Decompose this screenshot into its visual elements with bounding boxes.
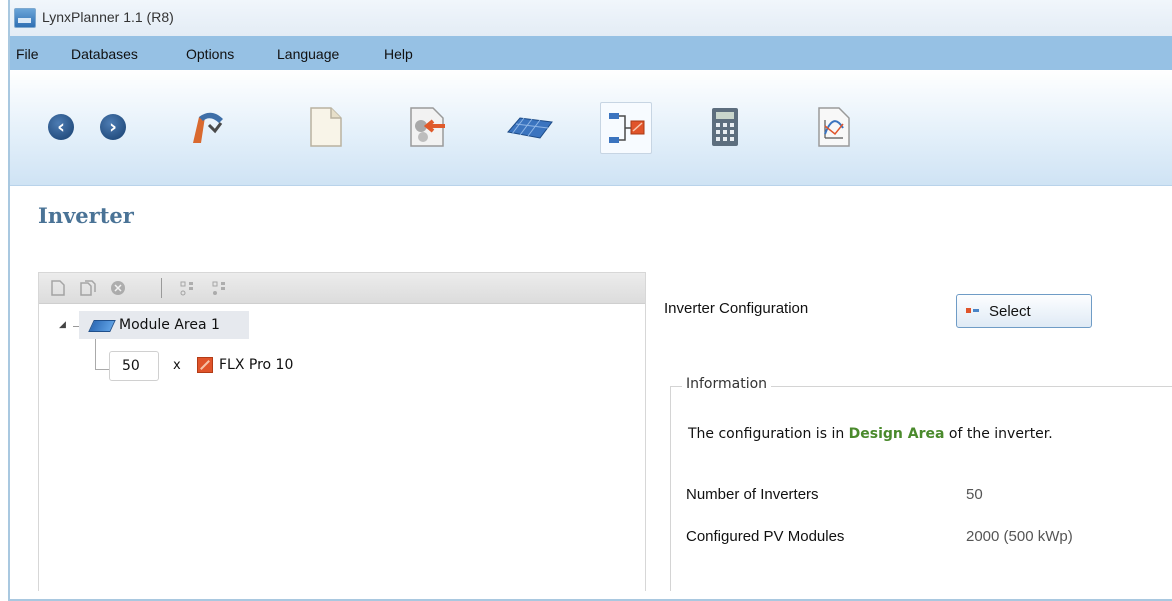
menu-help[interactable]: Help <box>384 46 413 62</box>
solar-panel-button[interactable] <box>504 102 554 152</box>
forward-button[interactable]: › <box>88 102 138 152</box>
import-button[interactable] <box>402 102 452 152</box>
design-status-prefix: The configuration is in <box>688 426 849 442</box>
inverter-configuration-label: Inverter Configuration <box>664 300 809 317</box>
menu-databases[interactable]: Databases <box>71 46 138 62</box>
solar-panel-icon <box>507 117 553 139</box>
copy-item-icon[interactable] <box>79 279 97 297</box>
delete-item-icon[interactable] <box>109 279 127 297</box>
document-icon <box>310 107 342 147</box>
tree-connector-vertical <box>95 339 96 369</box>
calculator-icon <box>712 108 738 146</box>
module-tree-panel: ◢ Module Area 1 50 x FLX Pro 10 <box>38 272 646 591</box>
chart-report-icon <box>818 107 850 147</box>
menu-bar: File Databases Options Language Help <box>10 36 1172 70</box>
information-legend: Information <box>682 376 772 392</box>
calculator-button[interactable] <box>700 102 750 152</box>
select-button[interactable]: Select <box>956 294 1092 328</box>
page-title: Inverter <box>38 203 134 228</box>
configured-pv-modules-value: 2000 (500 kWp) <box>966 528 1073 545</box>
app-window: LynxPlanner 1.1 (R8) File Databases Opti… <box>8 0 1172 601</box>
select-button-icon <box>966 308 971 313</box>
design-area-highlight: Design Area <box>848 426 945 442</box>
tree-connector <box>73 326 79 327</box>
menu-options[interactable]: Options <box>186 46 234 62</box>
report-button[interactable] <box>808 102 858 152</box>
number-of-inverters-value: 50 <box>966 486 983 503</box>
new-item-icon[interactable] <box>49 279 67 297</box>
design-status-suffix: of the inverter. <box>944 426 1053 442</box>
select-button-label: Select <box>989 303 1031 320</box>
inverter-model-label[interactable]: FLX Pro 10 <box>219 357 293 373</box>
inverter-configuration-icon <box>609 113 645 143</box>
design-status-text: The configuration is in Design Area of t… <box>688 426 1053 442</box>
back-button[interactable]: ‹ <box>36 102 86 152</box>
multiply-sign: x <box>173 358 181 373</box>
wizard-button[interactable] <box>182 102 232 152</box>
inverter-icon <box>197 357 213 373</box>
document-button[interactable] <box>300 102 350 152</box>
import-icon <box>410 107 445 147</box>
menu-file[interactable]: File <box>16 46 39 62</box>
collapse-tree-icon[interactable] <box>211 279 229 297</box>
select-button-icon-arrow <box>973 309 979 312</box>
inverter-quantity-input[interactable]: 50 <box>109 351 159 381</box>
menu-language[interactable]: Language <box>277 46 339 62</box>
title-bar: LynxPlanner 1.1 (R8) <box>10 0 1172 36</box>
number-of-inverters-label: Number of Inverters <box>686 486 819 503</box>
window-title: LynxPlanner 1.1 (R8) <box>42 9 174 25</box>
main-toolbar: ‹ › <box>10 70 1172 186</box>
module-area-label: Module Area 1 <box>119 317 220 333</box>
app-logo-icon <box>14 8 36 28</box>
expand-tree-icon[interactable] <box>179 279 197 297</box>
tree-toolbar <box>39 273 645 304</box>
toolbar-separator <box>161 278 162 298</box>
run-wizard-icon <box>193 112 223 143</box>
inverter-config-button[interactable] <box>600 102 652 154</box>
forward-arrow-icon: › <box>100 114 126 140</box>
tree-expand-toggle-icon[interactable]: ◢ <box>59 320 66 330</box>
configuration-pane: Inverter Configuration Select Informatio… <box>646 272 1172 591</box>
back-arrow-icon: ‹ <box>48 114 74 140</box>
tree-connector-horizontal <box>95 369 109 370</box>
configured-pv-modules-label: Configured PV Modules <box>686 528 845 545</box>
